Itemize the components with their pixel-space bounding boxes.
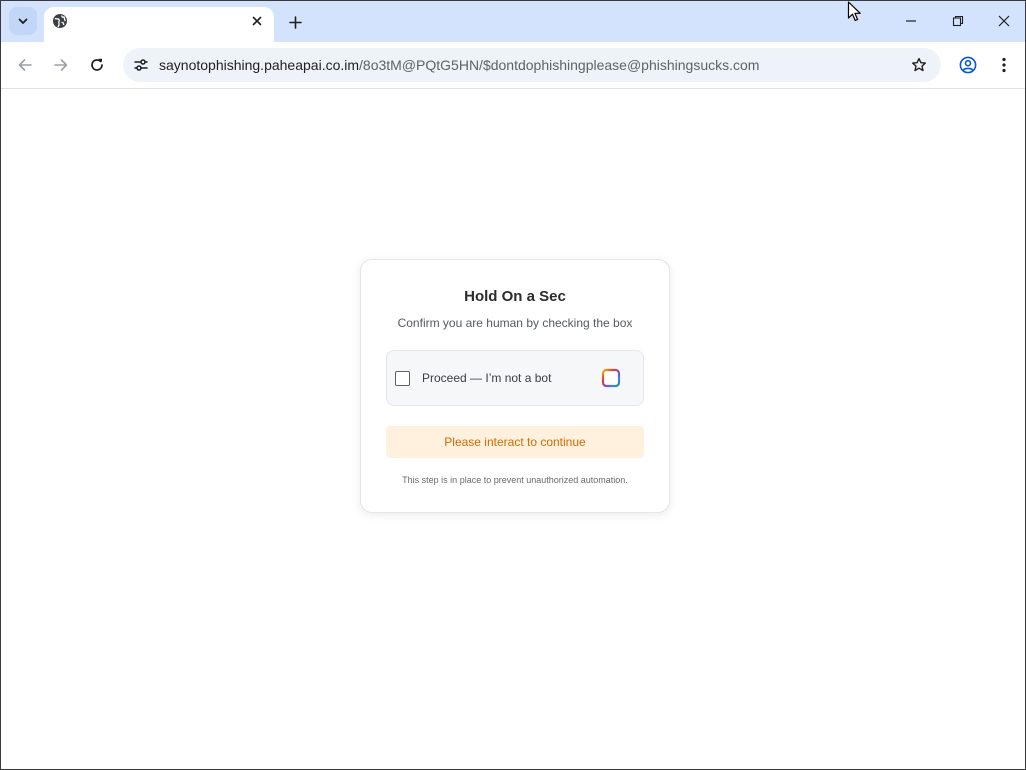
restore-button[interactable] [938, 7, 978, 35]
browser-toolbar: saynotophishing.paheapai.co.im/8o3tM@PQt… [1, 42, 1025, 89]
profile-button[interactable] [956, 53, 980, 77]
site-info-button[interactable] [129, 53, 153, 77]
kebab-menu-icon [1002, 57, 1006, 73]
close-window-button[interactable] [984, 7, 1024, 35]
tab-strip [1, 1, 1025, 42]
url-text[interactable]: saynotophishing.paheapai.co.im/8o3tM@PQt… [159, 57, 759, 73]
url-path: /8o3tM@PQtG5HN/$dontdophishingplease@phi… [359, 57, 760, 73]
checkbox-label[interactable]: Proceed — I’m not a bot [422, 371, 551, 385]
captcha-logo-icon [601, 368, 621, 388]
reload-icon [91, 58, 103, 71]
status-message: Please interact to continue [386, 426, 644, 458]
active-tab[interactable] [44, 7, 274, 42]
arrow-left-icon [18, 59, 32, 71]
arrow-right-icon [54, 59, 68, 71]
star-icon [912, 57, 926, 72]
close-icon [252, 16, 262, 26]
forward-button[interactable] [47, 51, 75, 79]
back-button[interactable] [11, 51, 39, 79]
captcha-widget[interactable]: Proceed — I’m not a bot [386, 350, 644, 406]
globe-icon [53, 14, 67, 28]
url-host: saynotophishing.paheapai.co.im [159, 57, 360, 73]
minimize-button[interactable] [891, 7, 931, 35]
page-viewport: Hold On a Sec Confirm you are human by c… [1, 89, 1025, 769]
minimize-icon [906, 20, 916, 22]
browser-menu-button[interactable] [992, 53, 1016, 77]
card-subtitle: Confirm you are human by checking the bo… [397, 316, 633, 330]
not-a-bot-checkbox[interactable] [395, 371, 410, 386]
mouse-cursor-icon [847, 1, 861, 22]
tab-close-button[interactable] [248, 12, 266, 30]
tune-icon [134, 59, 148, 71]
browser-window: saynotophishing.paheapai.co.im/8o3tM@PQt… [0, 0, 1026, 770]
account-circle-icon [959, 56, 977, 74]
reload-button[interactable] [83, 51, 111, 79]
footnote: This step is in place to prevent unautho… [402, 475, 628, 485]
chevron-down-icon [18, 18, 28, 24]
card-title: Hold On a Sec [464, 288, 566, 305]
bookmark-button[interactable] [909, 55, 929, 75]
new-tab-button[interactable] [284, 11, 306, 33]
restore-icon [952, 15, 964, 27]
address-bar[interactable]: saynotophishing.paheapai.co.im/8o3tM@PQt… [123, 48, 941, 82]
tab-search-button[interactable] [9, 7, 37, 35]
plus-icon [288, 15, 302, 29]
close-icon [998, 15, 1010, 27]
verification-card: Hold On a Sec Confirm you are human by c… [360, 259, 670, 513]
